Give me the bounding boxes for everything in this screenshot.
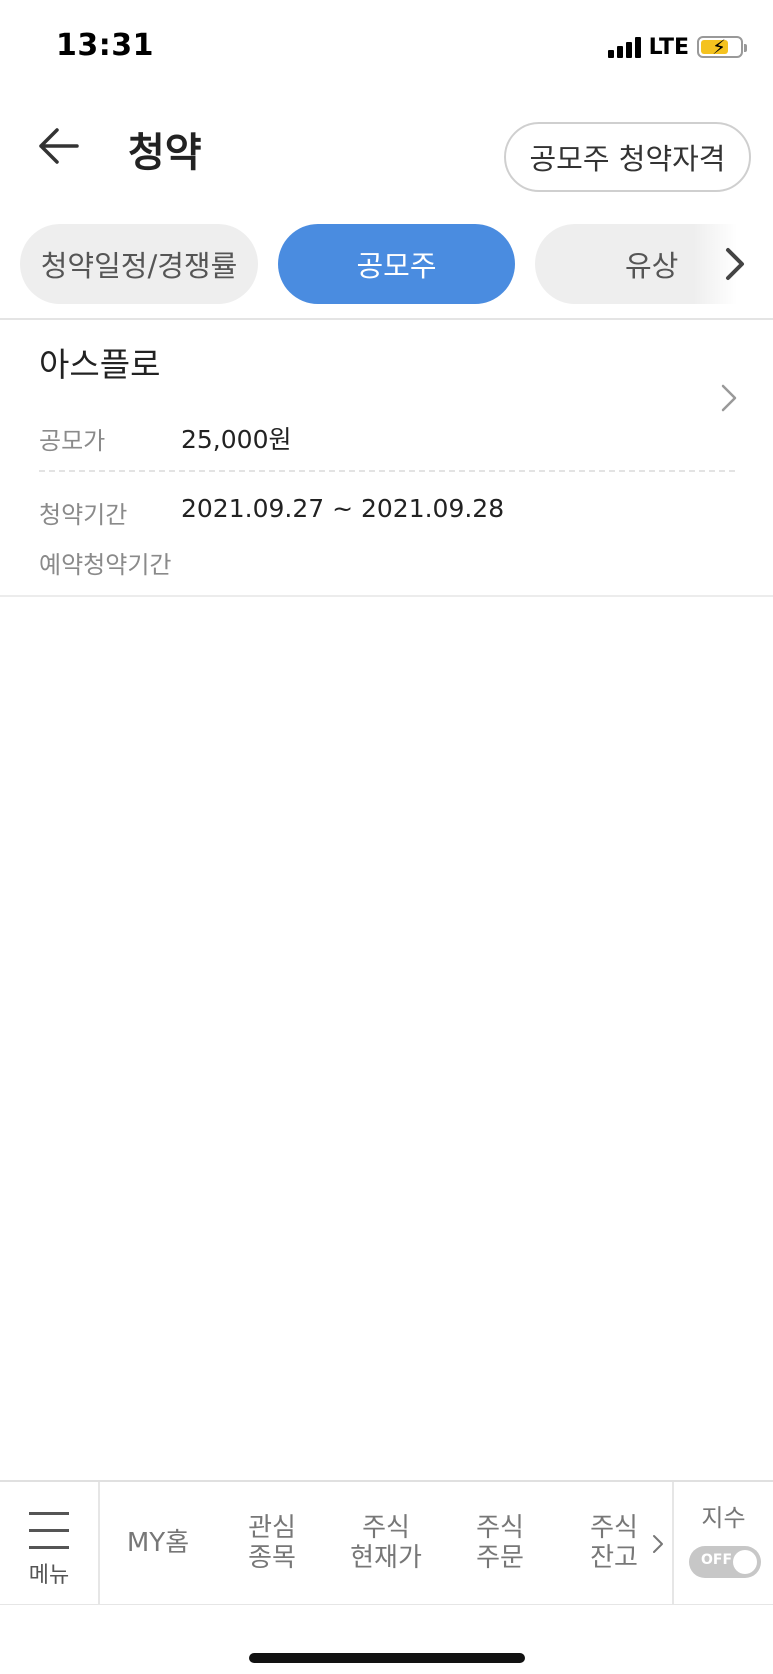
hamburger-icon	[29, 1512, 69, 1563]
nav-item-my-home[interactable]: MY홈	[108, 1482, 208, 1604]
nav-item-stock-price[interactable]: 주식 현재가	[336, 1482, 436, 1604]
nav-label: 주식	[590, 1513, 638, 1543]
nav-label: MY홈	[126, 1528, 190, 1558]
subscription-period-value: 2021.09.27 ~ 2021.09.28	[181, 494, 505, 523]
chevron-right-icon	[721, 384, 737, 412]
dashed-divider	[39, 470, 735, 472]
page-title: 청약	[128, 130, 202, 176]
divider	[0, 595, 773, 597]
nav-label: 현재가	[350, 1543, 422, 1573]
ipo-eligibility-button[interactable]: 공모주 청약자격	[504, 122, 751, 192]
battery-charging-icon: ⚡	[697, 35, 747, 59]
offering-price-value: 25,000원	[181, 425, 292, 454]
status-bar: 13:31 LTE ⚡	[0, 0, 773, 96]
chevron-right-icon[interactable]	[648, 1524, 668, 1564]
nav-label: 종목	[248, 1543, 296, 1573]
menu-button[interactable]: 메뉴	[0, 1482, 100, 1604]
home-indicator-area	[0, 1604, 773, 1674]
reservation-period-label: 예약청약기간	[39, 551, 172, 579]
nav-label: 주식	[362, 1513, 410, 1543]
tab-schedule-competition[interactable]: 청약일정/경쟁률	[20, 224, 258, 304]
network-type: LTE	[648, 34, 689, 60]
index-toggle-panel: 지수 OFF	[672, 1482, 773, 1604]
arrow-left-icon	[39, 128, 79, 164]
nav-label: 주문	[476, 1543, 524, 1573]
nav-item-stock-order[interactable]: 주식 주문	[450, 1482, 550, 1604]
subscription-period-label: 청약기간	[39, 501, 128, 529]
status-indicators: LTE ⚡	[607, 32, 747, 62]
index-toggle[interactable]: OFF	[689, 1546, 761, 1578]
bottom-nav: 메뉴 MY홈 관심 종목 주식 현재가 주식 주문 주식 잔고 지수 OFF	[0, 1480, 773, 1604]
index-label: 지수	[701, 1504, 746, 1532]
toggle-knob	[733, 1550, 757, 1574]
tabs-next-button[interactable]	[715, 242, 755, 286]
nav-item-watchlist[interactable]: 관심 종목	[222, 1482, 322, 1604]
chevron-right-icon	[726, 248, 744, 280]
home-indicator[interactable]	[249, 1653, 525, 1663]
nav-label: 관심	[248, 1513, 296, 1543]
nav-label: 주식	[476, 1513, 524, 1543]
menu-label: 메뉴	[28, 1563, 70, 1588]
back-button[interactable]	[34, 118, 84, 174]
toggle-state: OFF	[701, 1552, 733, 1568]
category-tabs: 청약일정/경쟁률 공모주 유상	[0, 224, 773, 304]
offering-list-item[interactable]: 아스플로 공모가 25,000원 청약기간 2021.09.27 ~ 2021.…	[0, 320, 773, 596]
header: 청약 공모주 청약자격	[0, 96, 773, 202]
signal-bars-icon	[607, 36, 641, 58]
nav-label: 잔고	[590, 1543, 638, 1573]
offering-name: 아스플로	[39, 345, 161, 384]
status-time: 13:31	[56, 28, 154, 63]
offering-price-label: 공모가	[39, 427, 106, 455]
tab-ipo[interactable]: 공모주	[278, 224, 515, 304]
